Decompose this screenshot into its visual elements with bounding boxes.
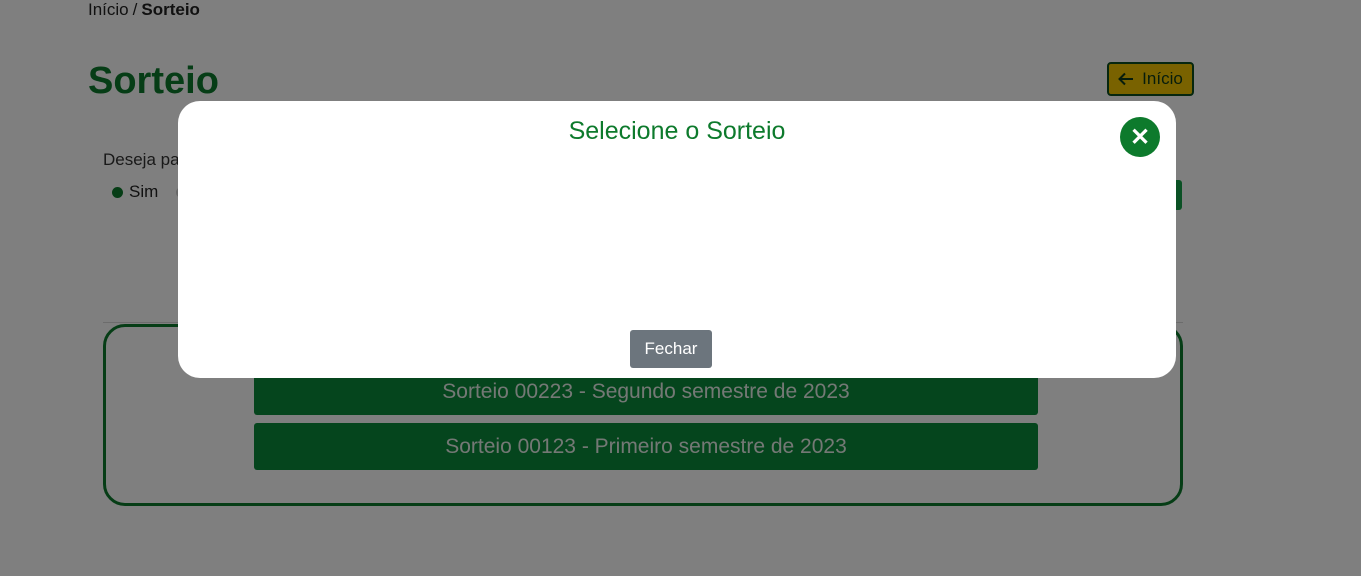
modal-title: Selecione o Sorteio xyxy=(568,117,786,145)
fechar-button[interactable]: Fechar xyxy=(630,330,712,368)
close-icon[interactable]: ✕ xyxy=(1120,117,1160,157)
select-sorteio-modal: Selecione o Sorteio ✕ Fechar xyxy=(178,101,1176,378)
